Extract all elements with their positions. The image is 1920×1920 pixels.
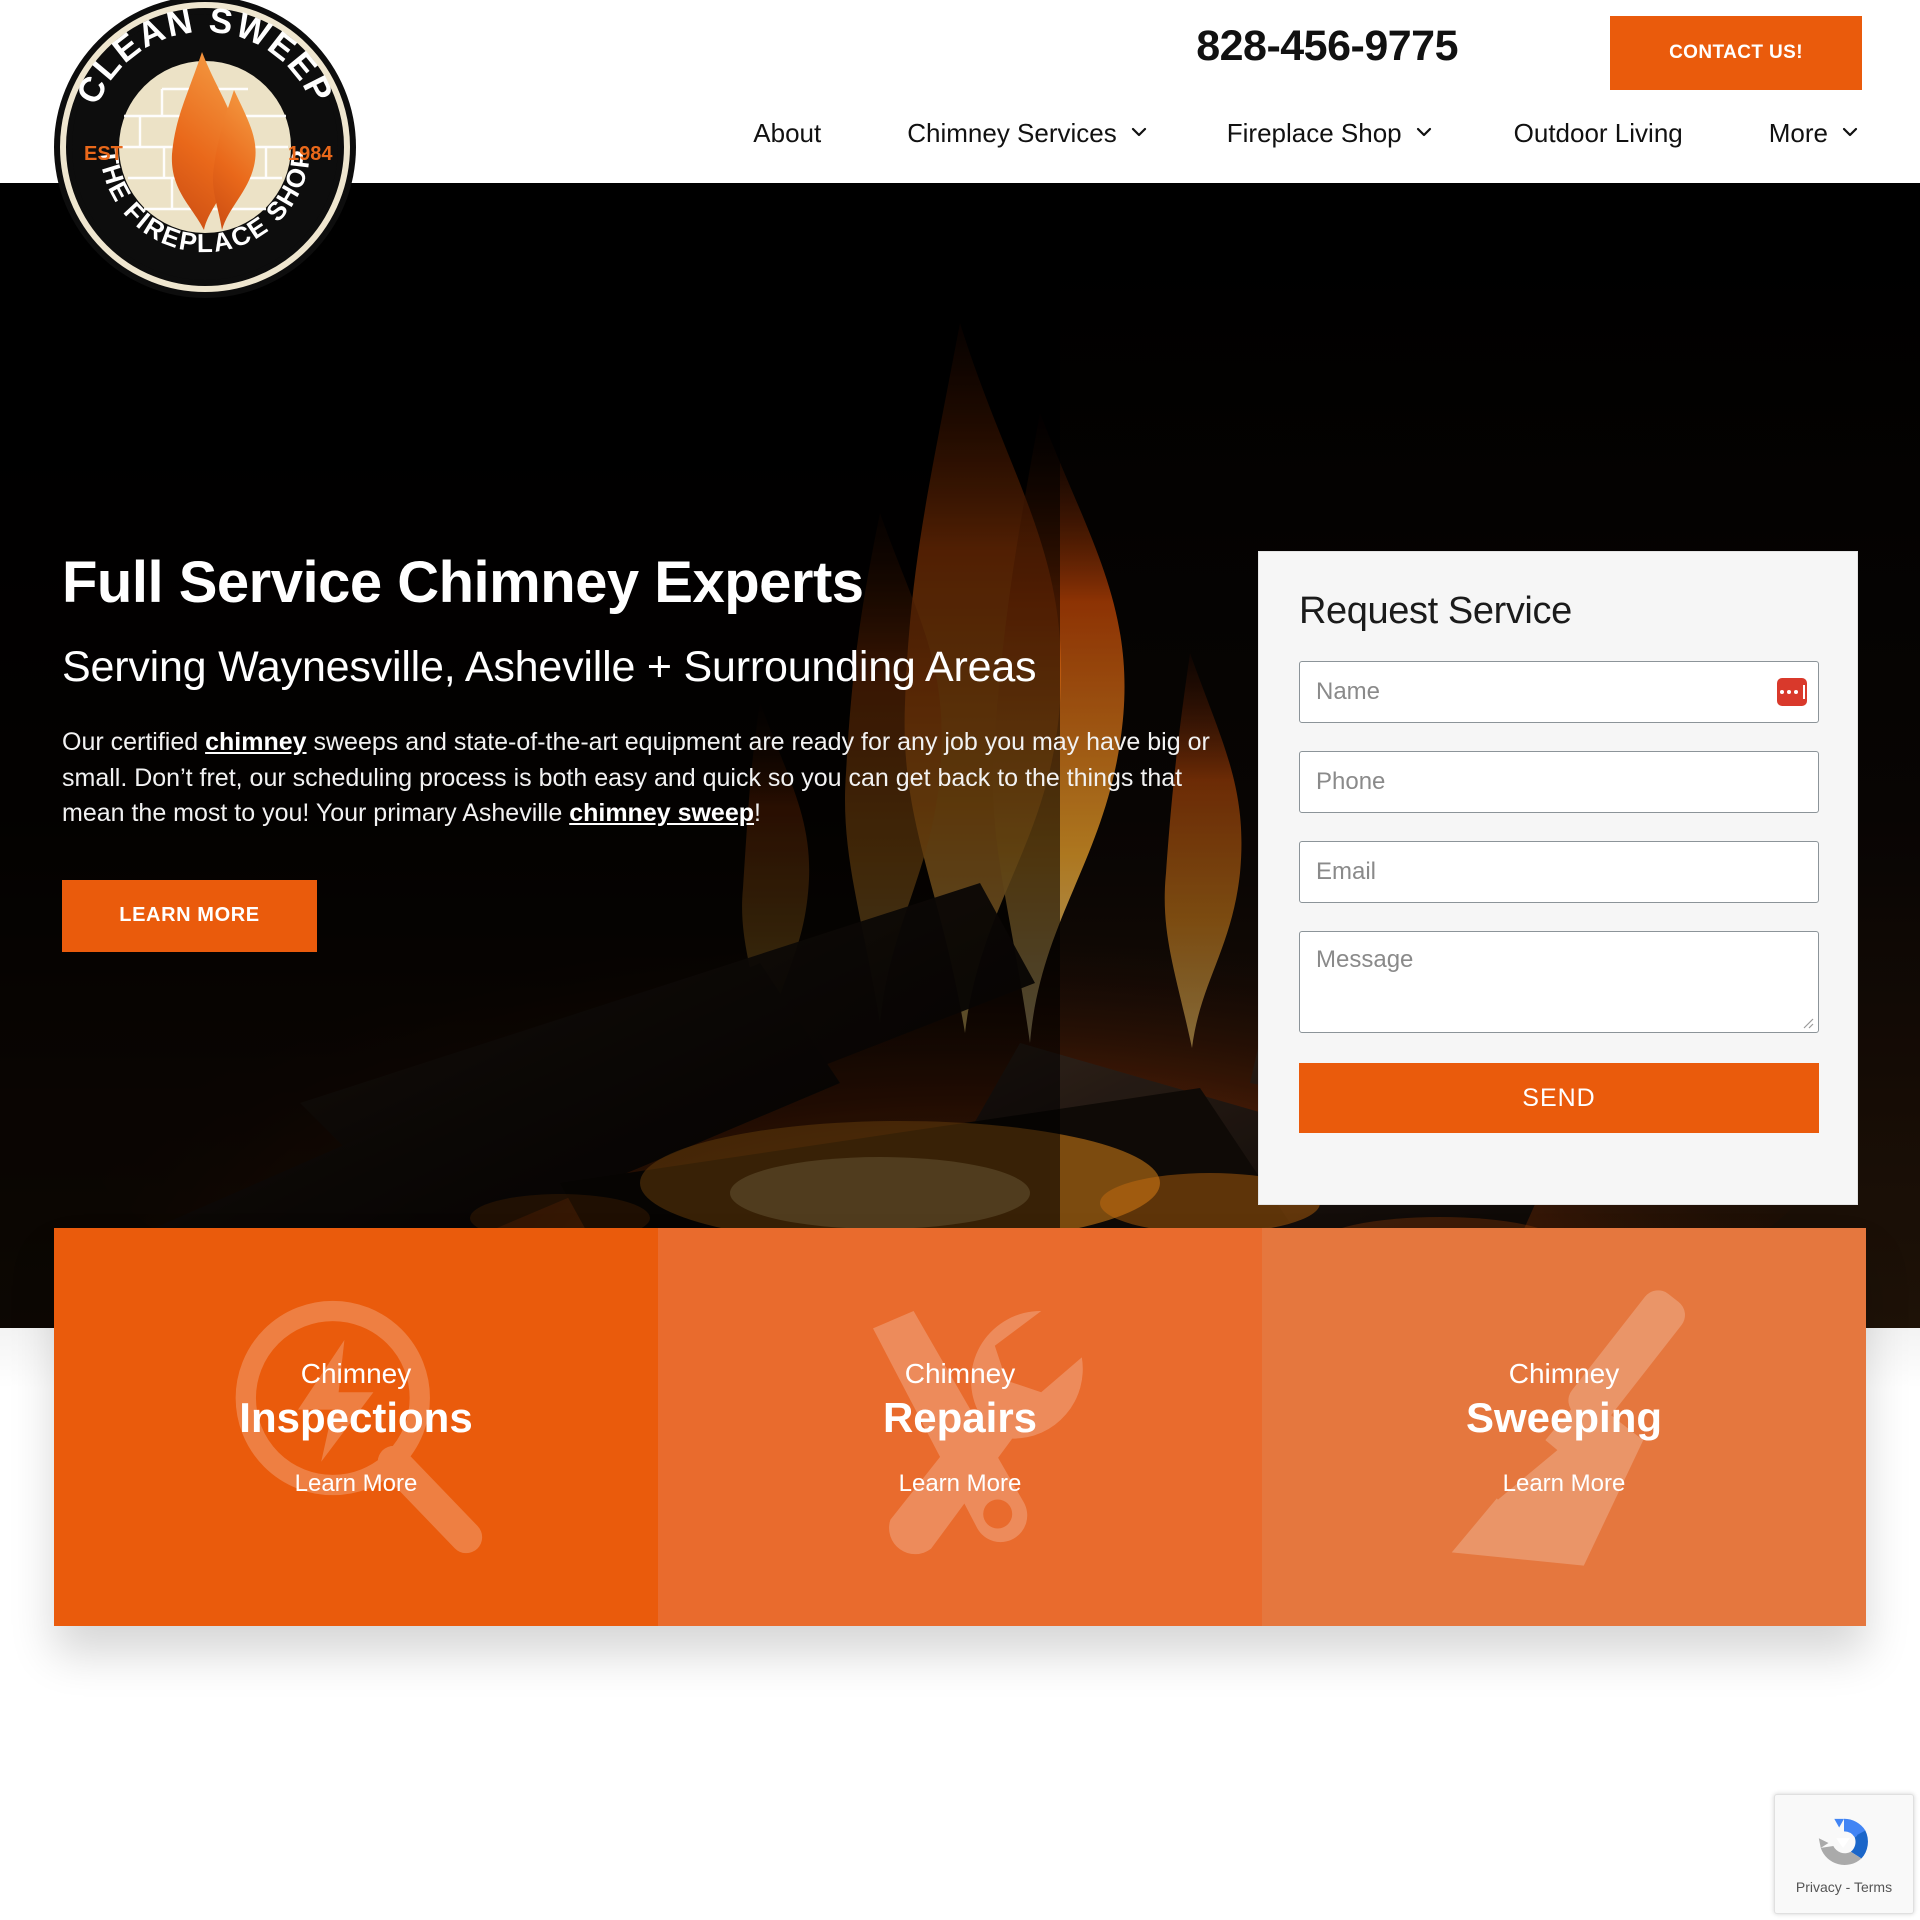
recaptcha-privacy-terms[interactable]: Privacy - Terms [1796, 1879, 1892, 1895]
hero-paragraph-part3: ! [754, 799, 761, 828]
chevron-down-icon[interactable] [1416, 124, 1432, 140]
nav-label: About [753, 118, 822, 148]
resize-handle-icon[interactable] [1800, 1015, 1814, 1029]
chimney-link[interactable]: chimney [205, 728, 306, 756]
card-content: Chimney Inspections Learn More [239, 1356, 472, 1497]
homepage: Full Service Chimney Experts Serving Way… [0, 0, 1920, 1920]
service-cards: Chimney Inspections Learn More Chimney R… [54, 1228, 1866, 1626]
email-field[interactable]: Email [1299, 841, 1819, 903]
phone-number[interactable]: 828-456-9775 [1196, 22, 1458, 71]
recaptcha-badge[interactable]: Privacy - Terms [1774, 1794, 1914, 1914]
nav-label: More [1768, 118, 1828, 148]
card-learn-more-link[interactable]: Learn More [883, 1470, 1037, 1498]
hero-paragraph-part1: Our certified [62, 728, 206, 757]
service-card-inspections[interactable]: Chimney Inspections Learn More [54, 1228, 658, 1626]
nav-item-fireplace-shop[interactable]: Fireplace Shop [1227, 118, 1432, 149]
card-learn-more-link[interactable]: Learn More [239, 1470, 472, 1498]
chevron-down-icon[interactable] [1131, 124, 1147, 140]
site-header: CLEAN SWEEP THE FIREPLACE SHOP EST 1984 … [0, 0, 1920, 298]
card-title: Sweeping [1465, 1394, 1663, 1442]
phone-placeholder: Phone [1316, 768, 1386, 795]
card-title: Repairs [882, 1394, 1038, 1442]
email-placeholder: Email [1316, 858, 1377, 885]
card-kicker: Chimney [904, 1358, 1016, 1390]
contact-us-button[interactable]: CONTACT US! [1610, 16, 1862, 90]
nav-label: Chimney Services [907, 118, 1117, 148]
learn-more-button[interactable]: LEARN MORE [62, 879, 317, 952]
card-kicker: Chimney [1508, 1358, 1620, 1390]
nav-label: Fireplace Shop [1226, 118, 1402, 148]
name-field[interactable]: Name [1299, 661, 1819, 723]
hero-paragraph: Our certified chimney sweeps and state-o… [62, 725, 1227, 832]
card-title: Inspections [239, 1394, 473, 1442]
chevron-down-icon[interactable] [1842, 124, 1858, 140]
form-title: Request Service [1299, 590, 1572, 632]
chimney-sweep-link[interactable]: chimney sweep [569, 799, 754, 827]
send-button[interactable]: SEND [1299, 1063, 1819, 1133]
service-card-sweeping[interactable]: Chimney Sweeping Learn More [1262, 1228, 1866, 1626]
password-manager-icon[interactable] [1777, 678, 1807, 706]
main-navigation: About Chimney Services Fireplace Shop Ou… [0, 118, 1920, 178]
card-learn-more-link[interactable]: Learn More [1466, 1470, 1662, 1498]
message-placeholder: Message [1316, 946, 1414, 973]
nav-item-about[interactable]: About [753, 118, 821, 149]
card-content: Chimney Sweeping Learn More [1466, 1356, 1662, 1497]
hero-subtitle: Serving Waynesville, Asheville + Surroun… [62, 642, 1037, 691]
nav-item-outdoor-living[interactable]: Outdoor Living [1514, 118, 1683, 149]
service-card-repairs[interactable]: Chimney Repairs Learn More [658, 1228, 1262, 1626]
name-placeholder: Name [1316, 678, 1381, 705]
hero-section: Full Service Chimney Experts Serving Way… [0, 183, 1920, 1328]
nav-item-chimney-services[interactable]: Chimney Services [907, 118, 1147, 149]
request-service-form: Request Service Name Phone Email Message [1258, 551, 1858, 1205]
message-field[interactable]: Message [1299, 931, 1819, 1033]
card-content: Chimney Repairs Learn More [883, 1356, 1037, 1497]
card-kicker: Chimney [300, 1358, 412, 1390]
nav-item-more[interactable]: More [1769, 118, 1858, 149]
page-title: Full Service Chimney Experts [62, 550, 864, 615]
recaptcha-icon [1813, 1813, 1875, 1875]
phone-field[interactable]: Phone [1299, 751, 1819, 813]
nav-label: Outdoor Living [1513, 118, 1683, 148]
hero-content: Full Service Chimney Experts Serving Way… [62, 550, 1242, 952]
